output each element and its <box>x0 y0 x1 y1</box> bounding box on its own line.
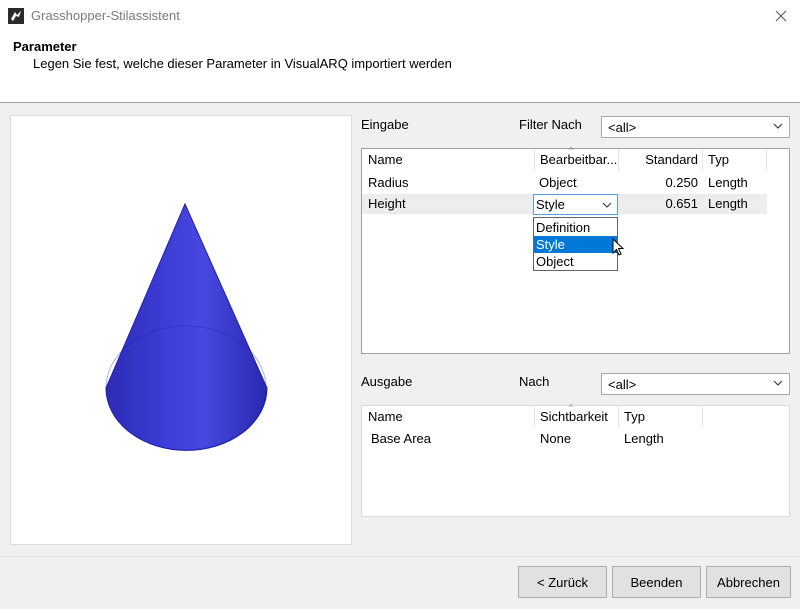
back-button[interactable]: < Zurück <box>518 566 607 598</box>
cone-preview-image <box>105 202 268 451</box>
chevron-down-icon <box>773 123 783 129</box>
row-name: Radius <box>368 175 409 190</box>
column-header-type[interactable]: Typ <box>702 149 766 171</box>
preview-viewport <box>10 115 352 545</box>
row-type: Length <box>708 196 748 211</box>
mouse-cursor-icon <box>612 238 624 256</box>
dropdown-option-object[interactable]: Object <box>534 253 617 270</box>
input-filter-label: Filter Nach <box>519 117 582 132</box>
page-title: Parameter <box>13 39 77 54</box>
sort-indicator-icon: ^ <box>569 146 573 155</box>
cancel-button[interactable]: Abbrechen <box>706 566 791 598</box>
editable-mode-dropdown-list: Definition Style Object <box>533 217 618 271</box>
editable-mode-select[interactable]: Style <box>533 194 618 215</box>
output-label: Ausgabe <box>361 374 413 389</box>
input-filter-select[interactable]: <all> <box>601 116 790 138</box>
output-parameter-list[interactable]: Name Sichtbarkeit ^ Typ Base Area None L… <box>361 403 790 517</box>
row-visibility[interactable]: None <box>540 430 571 448</box>
table-row[interactable]: Base Area None Length <box>362 430 767 449</box>
output-filter-select[interactable]: <all> <box>601 373 790 395</box>
input-label: Eingabe <box>361 117 409 132</box>
column-header-type[interactable]: Typ <box>618 406 702 428</box>
output-filter-label: Nach <box>519 374 550 389</box>
dropdown-option-style[interactable]: Style <box>534 236 617 253</box>
output-filter-value: <all> <box>608 377 637 392</box>
row-name: Base Area <box>371 431 431 446</box>
close-icon <box>775 10 787 22</box>
column-header-name[interactable]: Name <box>362 406 534 428</box>
column-header-default[interactable]: Standard <box>618 149 702 171</box>
row-type: Length <box>708 175 748 190</box>
column-header-visibility[interactable]: Sichtbarkeit <box>534 406 618 428</box>
chevron-down-icon <box>602 202 612 208</box>
editable-mode-value: Style <box>536 197 565 212</box>
input-filter-value: <all> <box>608 120 637 135</box>
chevron-down-icon <box>773 380 783 386</box>
column-header-name[interactable]: Name <box>362 149 534 171</box>
footer-divider <box>0 556 800 557</box>
row-name: Height <box>368 196 406 211</box>
title-bar: Grasshopper-Stilassistent <box>0 0 800 32</box>
wizard-header: Parameter Legen Sie fest, welche dieser … <box>0 32 800 103</box>
grasshopper-app-icon <box>8 8 24 24</box>
row-default: 0.651 <box>665 196 698 211</box>
row-default: 0.250 <box>665 175 698 190</box>
close-button[interactable] <box>762 0 800 32</box>
row-editable[interactable]: Object <box>539 174 577 192</box>
page-subtitle: Legen Sie fest, welche dieser Parameter … <box>33 56 452 71</box>
column-header-editable[interactable]: Bearbeitbar... <box>534 149 618 171</box>
finish-button[interactable]: Beenden <box>612 566 701 598</box>
dropdown-option-definition[interactable]: Definition <box>534 219 617 236</box>
table-row[interactable]: Radius Object 0.250 Length <box>362 174 767 193</box>
row-type: Length <box>624 431 664 446</box>
sort-indicator-icon: ^ <box>569 403 573 412</box>
window-title: Grasshopper-Stilassistent <box>31 8 180 23</box>
